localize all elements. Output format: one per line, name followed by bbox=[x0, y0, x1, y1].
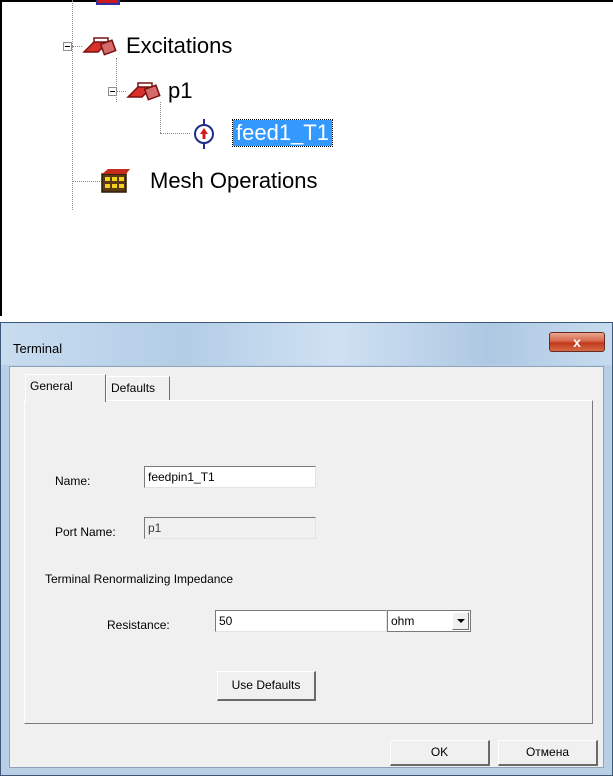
name-input[interactable] bbox=[144, 466, 316, 488]
tree-item-mesh-operations[interactable]: Mesh Operations bbox=[100, 166, 380, 196]
use-defaults-label: Use Defaults bbox=[231, 678, 301, 692]
collapse-excitations-toggle[interactable] bbox=[63, 42, 72, 51]
terminal-dialog: Terminal x General Defaults Name: Port N… bbox=[0, 322, 613, 776]
tree-item-p1[interactable]: p1 bbox=[126, 77, 246, 105]
tree-line-h bbox=[160, 133, 190, 134]
tree-item-label: Mesh Operations bbox=[150, 168, 318, 193]
tree-item-label: p1 bbox=[168, 78, 193, 103]
tab-defaults[interactable]: Defaults bbox=[106, 376, 170, 400]
cancel-label: Отмена bbox=[525, 745, 570, 759]
collapse-p1-toggle[interactable] bbox=[108, 87, 117, 96]
tab-label: General bbox=[30, 379, 73, 393]
unit-select-value: ohm bbox=[391, 614, 415, 628]
port-name-label: Port Name: bbox=[55, 525, 116, 539]
tree-item-excitations[interactable]: Excitations bbox=[82, 32, 322, 60]
general-tab-page: Name: Port Name: Terminal Renormalizing … bbox=[24, 400, 593, 724]
tree-item-label: Excitations bbox=[126, 33, 233, 58]
mesh-operations-icon bbox=[101, 169, 130, 193]
resistance-label: Resistance: bbox=[107, 618, 170, 632]
dialog-title-bar[interactable]: Terminal x bbox=[1, 323, 612, 365]
port-name-field bbox=[144, 517, 316, 539]
tab-general[interactable]: General bbox=[25, 374, 106, 402]
excitations-icon bbox=[82, 37, 117, 56]
dialog-body: General Defaults Name: Port Name: Termin… bbox=[9, 366, 604, 768]
cancel-button[interactable]: Отмена bbox=[498, 740, 598, 766]
tab-label: Defaults bbox=[111, 381, 156, 395]
impedance-heading: Terminal Renormalizing Impedance bbox=[45, 572, 234, 586]
project-tree: Boundaries Excitations p1 feed1_T1 bbox=[0, 0, 613, 316]
boundaries-icon bbox=[96, 0, 120, 5]
tree-item-label: Boundaries bbox=[150, 0, 261, 8]
tree-line-h bbox=[72, 46, 82, 47]
terminal-icon bbox=[194, 119, 214, 149]
ok-button[interactable]: OK bbox=[390, 740, 490, 766]
close-icon: x bbox=[573, 334, 581, 350]
tree-line-h bbox=[116, 91, 126, 92]
ok-label: OK bbox=[430, 745, 449, 759]
close-button[interactable]: x bbox=[549, 332, 605, 352]
tree-line-p1 bbox=[160, 102, 161, 133]
use-defaults-button[interactable]: Use Defaults bbox=[217, 671, 316, 701]
tree-border-left bbox=[0, 0, 2, 316]
dialog-title: Terminal bbox=[13, 341, 63, 356]
tree-line-root bbox=[72, 0, 73, 210]
unit-select[interactable]: ohm bbox=[387, 610, 471, 632]
port-icon bbox=[126, 82, 161, 101]
tree-line-h bbox=[72, 181, 100, 182]
tree-item-label: feed1_T1 bbox=[232, 119, 333, 147]
tree-item-feed1-t1[interactable]: feed1_T1 bbox=[190, 118, 370, 150]
name-label: Name: bbox=[55, 474, 91, 488]
chevron-down-icon[interactable] bbox=[452, 612, 469, 630]
tree-item-boundaries[interactable]: Boundaries bbox=[96, 0, 316, 8]
resistance-input[interactable] bbox=[215, 610, 387, 632]
